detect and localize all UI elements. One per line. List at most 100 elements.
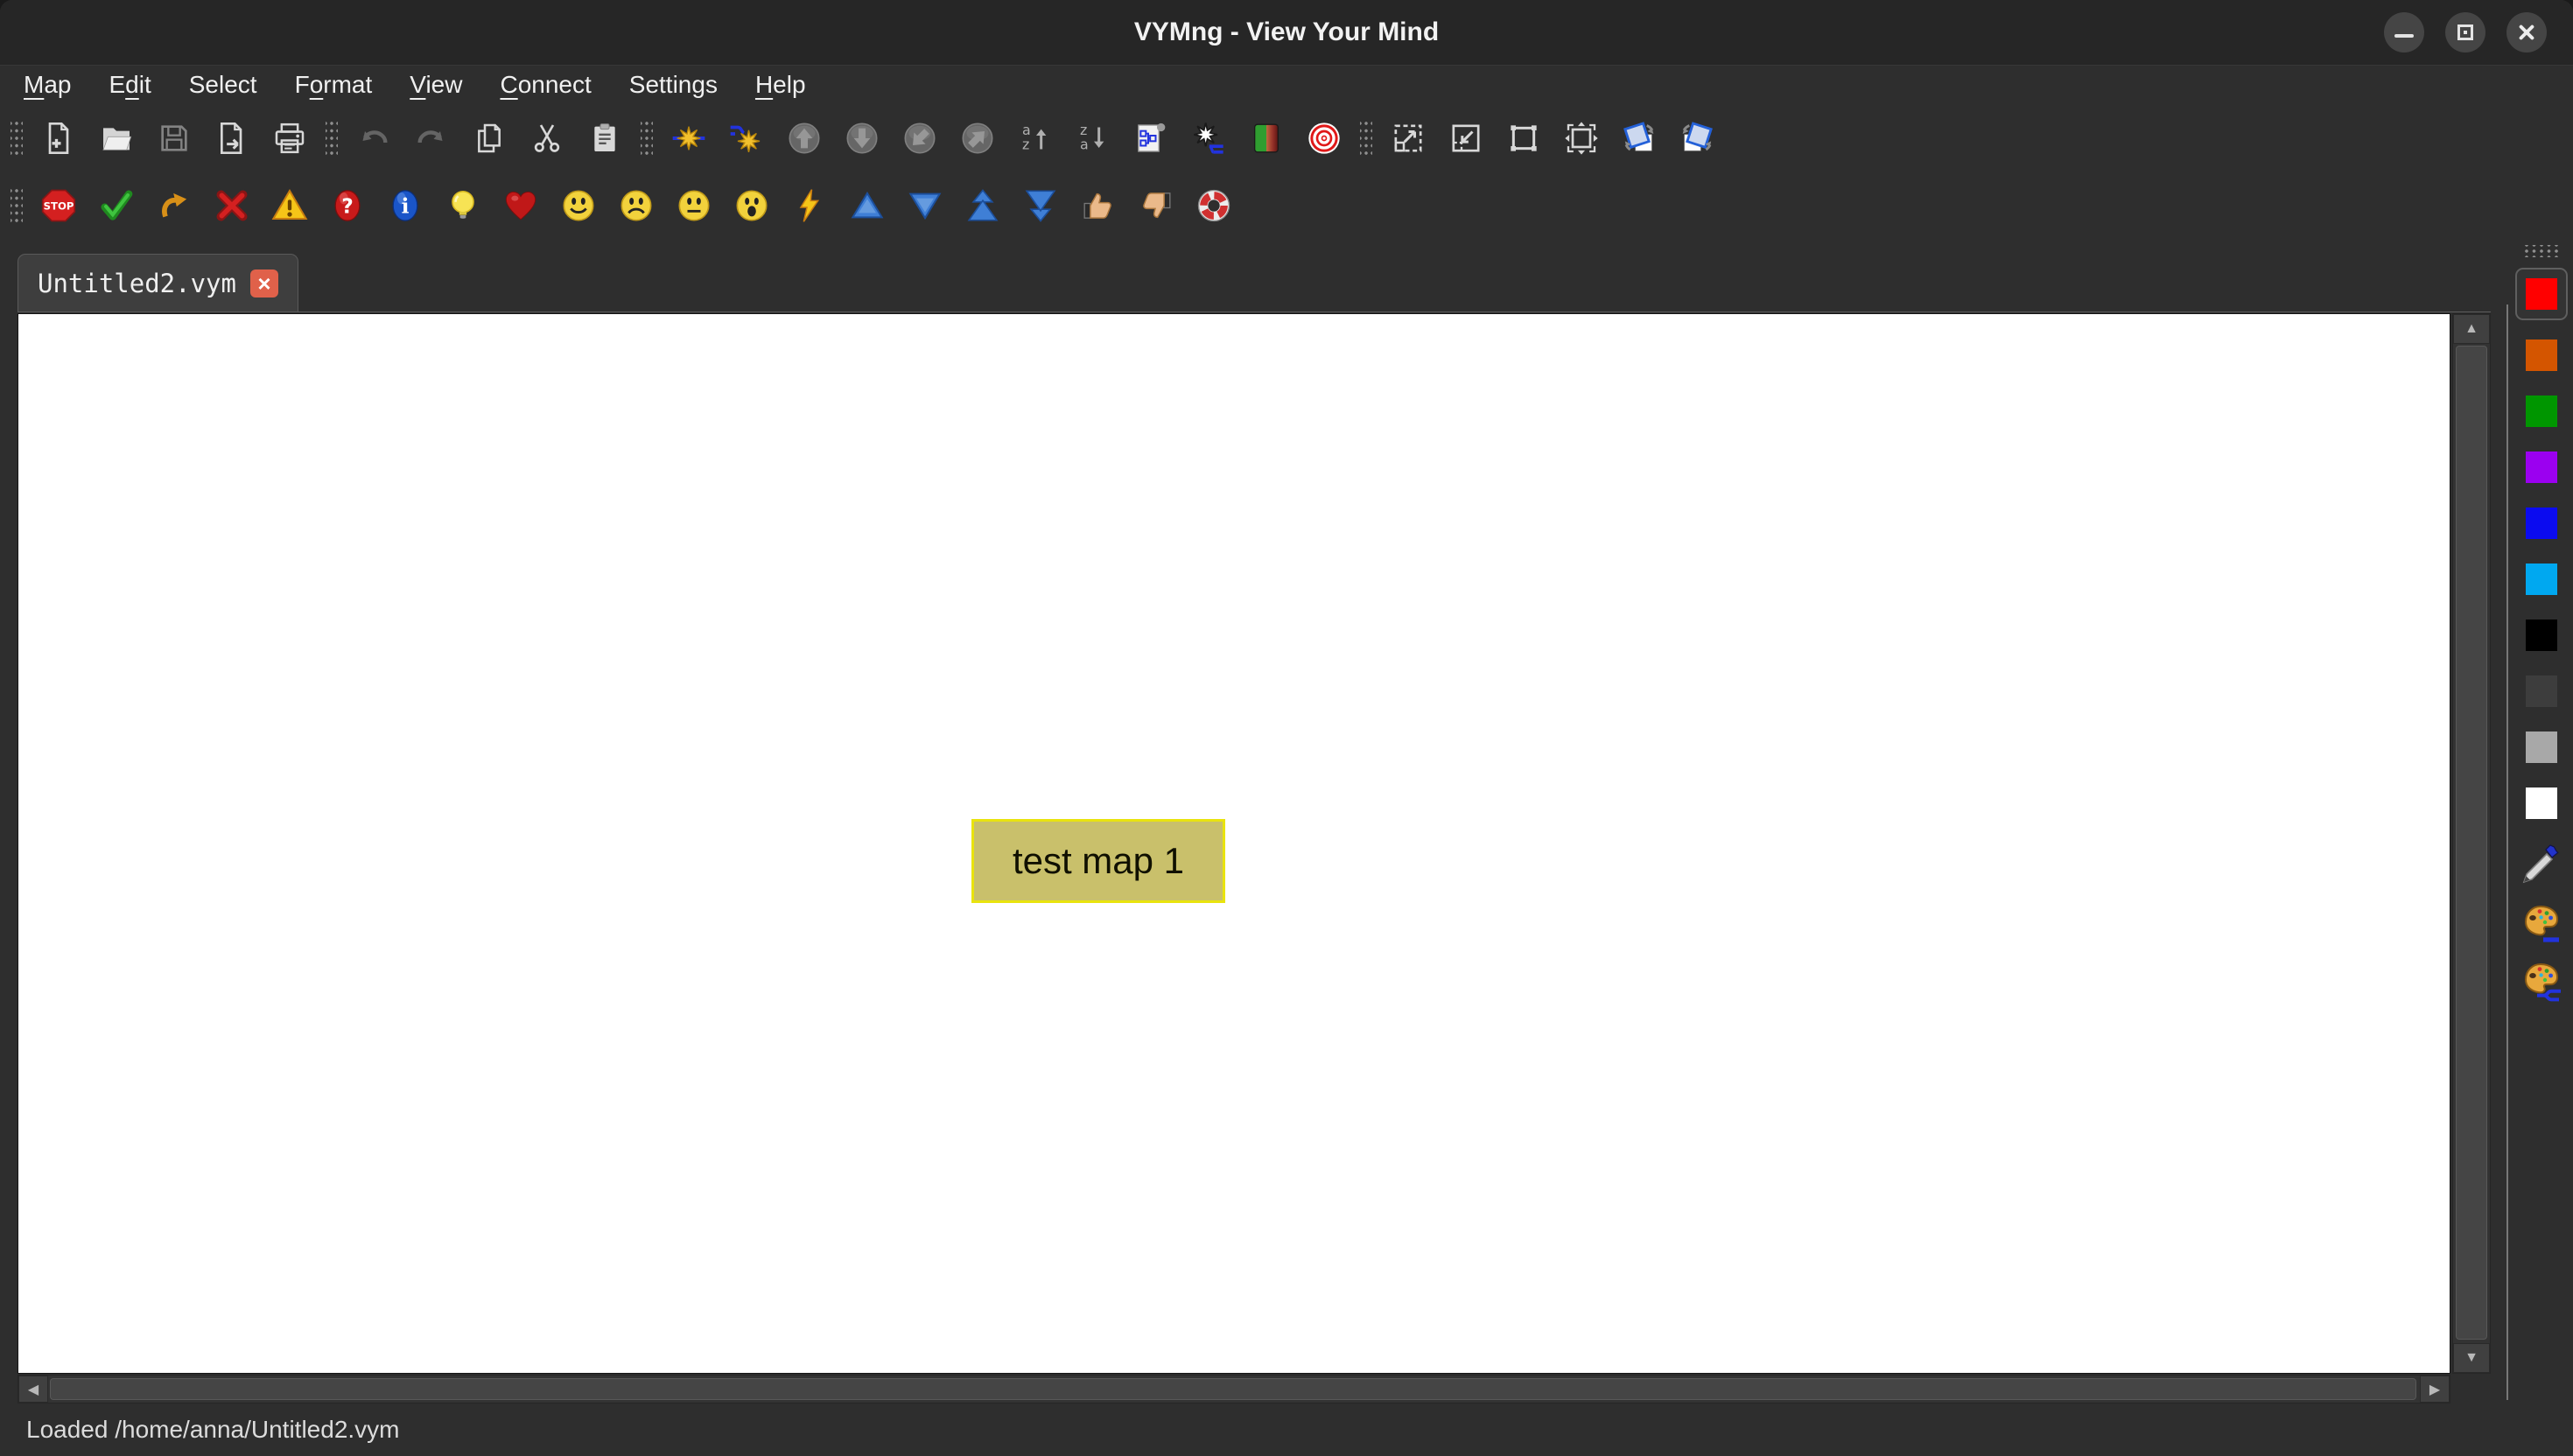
menu-help[interactable]: Help	[742, 69, 819, 101]
redo-icon	[414, 121, 449, 156]
toolbar-handle[interactable]	[1360, 120, 1372, 157]
flag-warning-icon[interactable]	[271, 188, 308, 223]
save-map-icon	[157, 121, 192, 156]
flag-thumb-down-icon[interactable]	[1139, 188, 1174, 223]
color-picker-icon[interactable]	[2520, 844, 2562, 886]
tab-untitled2[interactable]: Untitled2.vym ×	[18, 254, 298, 312]
print-map-icon[interactable]	[272, 121, 307, 156]
color-swatch-red[interactable]	[2526, 278, 2557, 310]
map-canvas[interactable]: test map 1	[18, 313, 2450, 1374]
flag-info-icon[interactable]: i	[388, 188, 423, 223]
flag-lifebelt-icon[interactable]	[1196, 188, 1231, 223]
flag-smiley-good-icon[interactable]	[561, 188, 596, 223]
move-branch-out-icon	[960, 121, 995, 156]
menu-view[interactable]: View	[396, 69, 475, 101]
horizontal-scrollbar[interactable]: ◀ ▶	[18, 1375, 2450, 1404]
toolbar-handle[interactable]	[641, 120, 653, 157]
flag-arrow-down-icon[interactable]	[908, 188, 943, 223]
window-title: VYMng - View Your Mind	[1133, 18, 1440, 46]
toolbar-handle[interactable]	[2523, 245, 2560, 257]
svg-text:?: ?	[341, 194, 354, 219]
toggle-tree-editor-icon[interactable]	[1133, 121, 1168, 156]
color-swatch-orange[interactable]	[2526, 340, 2557, 371]
copy-icon[interactable]	[472, 121, 507, 156]
move-branch-up-icon	[787, 121, 822, 156]
color-subtree-icon[interactable]	[2520, 959, 2562, 1002]
color-swatch-white[interactable]	[2526, 788, 2557, 819]
menu-edit[interactable]: Edit	[95, 69, 164, 101]
flag-2arrow-up-icon[interactable]	[965, 188, 1000, 223]
goto-target-icon[interactable]	[1307, 121, 1342, 156]
paste-icon[interactable]	[587, 121, 622, 156]
color-swatch-black[interactable]	[2526, 620, 2557, 651]
sort-ascending-icon[interactable]: az	[1018, 121, 1053, 156]
toolbar-handle[interactable]	[11, 120, 23, 157]
color-swatch-blue[interactable]	[2526, 508, 2557, 539]
horizontal-scrollbar-thumb[interactable]	[50, 1378, 2416, 1400]
menu-select[interactable]: Select	[176, 69, 270, 101]
flag-smiley-neutral-icon[interactable]	[677, 188, 712, 223]
selected-color-frame	[2515, 268, 2568, 320]
zoom-in-icon[interactable]	[1391, 121, 1426, 156]
sort-descending-icon[interactable]: za	[1076, 121, 1111, 156]
minimize-button[interactable]	[2384, 12, 2424, 52]
map-center-node[interactable]: test map 1	[971, 819, 1225, 903]
scroll-up-icon[interactable]: ▲	[2453, 314, 2490, 344]
new-map-icon[interactable]	[41, 121, 76, 156]
flag-cross-icon[interactable]	[214, 188, 249, 223]
export-map-icon[interactable]	[214, 121, 249, 156]
zoom-reset-icon[interactable]	[1506, 121, 1541, 156]
color-modifier-mode-icon[interactable]	[1249, 121, 1284, 156]
flag-smiley-sad-icon[interactable]	[619, 188, 654, 223]
vertical-scrollbar-thumb[interactable]	[2456, 346, 2487, 1340]
move-branch-down-icon	[845, 121, 880, 156]
rotate-cw-icon[interactable]	[1679, 121, 1714, 156]
menu-settings[interactable]: Settings	[616, 69, 731, 101]
fit-view-icon[interactable]	[1564, 121, 1599, 156]
color-swatch-purple[interactable]	[2526, 452, 2557, 483]
scroll-left-icon[interactable]: ◀	[18, 1376, 48, 1403]
flag-thumb-up-icon[interactable]	[1081, 188, 1116, 223]
toolbar-handle[interactable]	[11, 187, 23, 224]
color-swatch-gray[interactable]	[2526, 732, 2557, 763]
color-branch-icon[interactable]	[2520, 901, 2562, 943]
cut-icon[interactable]	[529, 121, 564, 156]
toolbar-handle[interactable]	[326, 120, 338, 157]
flag-lamp-icon[interactable]	[445, 188, 480, 223]
main-toolbar: azza	[0, 104, 2573, 172]
menu-map[interactable]: Map	[11, 69, 84, 101]
vertical-scrollbar[interactable]: ▲ ▼	[2452, 313, 2491, 1374]
flag-wip-icon[interactable]	[157, 188, 192, 223]
flag-heart-icon[interactable]	[503, 188, 538, 223]
close-button[interactable]	[2506, 12, 2547, 52]
flag-question-icon[interactable]: ?	[330, 188, 365, 223]
scroll-down-icon[interactable]: ▼	[2453, 1343, 2490, 1373]
flag-hook-icon[interactable]	[99, 188, 134, 223]
flag-stopsign-icon[interactable]: STOP	[41, 188, 76, 223]
detach-branch-icon[interactable]	[1191, 121, 1226, 156]
scroll-right-icon[interactable]: ▶	[2420, 1376, 2450, 1403]
svg-text:i: i	[402, 194, 410, 219]
menu-connect[interactable]: Connect	[487, 69, 604, 101]
zoom-out-icon[interactable]	[1448, 121, 1483, 156]
undo-icon	[356, 121, 391, 156]
flag-arrow-up-icon[interactable]	[850, 188, 885, 223]
rotate-ccw-icon[interactable]	[1622, 121, 1657, 156]
add-branch-icon[interactable]	[671, 121, 706, 156]
flag-flash-icon[interactable]	[792, 188, 827, 223]
menu-format[interactable]: Format	[282, 69, 386, 101]
svg-text:z: z	[1022, 136, 1029, 153]
open-map-icon[interactable]	[99, 121, 134, 156]
add-branch-before-icon[interactable]	[729, 121, 764, 156]
vym-window: VYMng - View Your Mind Map Edit Select Form…	[0, 0, 2573, 1456]
flags-toolbar: STOP? i	[0, 172, 2573, 239]
color-swatch-green[interactable]	[2526, 396, 2557, 427]
color-swatch-dark-gray[interactable]	[2526, 676, 2557, 707]
tab-close-icon[interactable]: ×	[249, 269, 278, 298]
map-editor-pane: test map 1 ▲ ▼ ◀ ▶	[18, 312, 2491, 1404]
maximize-button[interactable]	[2445, 12, 2485, 52]
flag-2arrow-down-icon[interactable]	[1023, 188, 1058, 223]
color-swatch-light-blue[interactable]	[2526, 564, 2557, 595]
flag-smiley-omg-icon[interactable]	[734, 188, 769, 223]
tab-bar: Untitled2.vym ×	[18, 254, 298, 312]
